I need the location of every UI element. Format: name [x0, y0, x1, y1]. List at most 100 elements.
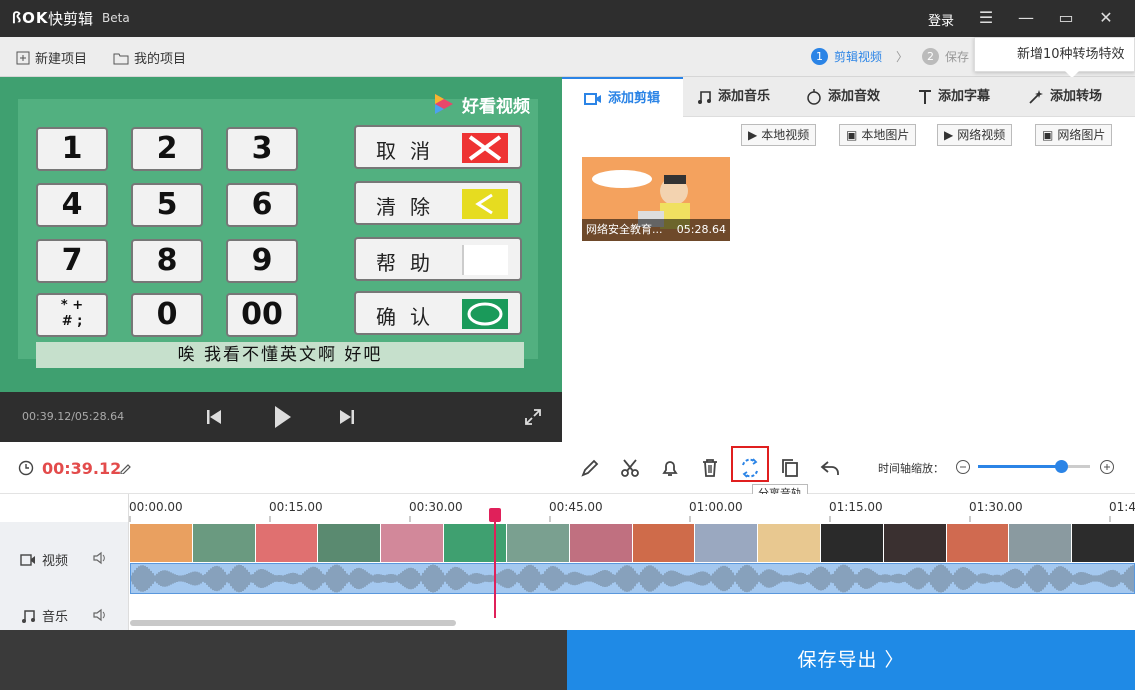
- clip-frame: [130, 524, 193, 562]
- timeline-scrollbar[interactable]: [130, 620, 456, 626]
- download-image-icon: ▣: [1042, 128, 1054, 142]
- frame-function-label: 帮助: [376, 251, 444, 275]
- tab-add-subtitle[interactable]: 添加字幕: [918, 77, 990, 117]
- previous-icon[interactable]: [206, 408, 222, 426]
- frame-key: 4: [36, 183, 108, 227]
- ruler-label: 01:15.00: [829, 500, 883, 514]
- pencil-icon[interactable]: [579, 457, 601, 479]
- speaker-icon[interactable]: [92, 608, 108, 622]
- edit-time-icon[interactable]: [119, 462, 131, 474]
- sound-effect-icon: [807, 89, 821, 105]
- playhead-handle[interactable]: [489, 508, 501, 522]
- media-duration: 05:28.64: [676, 223, 726, 236]
- clip-frame: [318, 524, 382, 562]
- bell-icon[interactable]: [659, 457, 681, 479]
- circle-symbol-icon: [462, 299, 508, 329]
- media-thumbnail[interactable]: 网络安全教育... 05:28.64: [582, 157, 730, 241]
- x-symbol-icon: [462, 133, 508, 163]
- thumbnail-caption: 网络安全教育... 05:28.64: [582, 219, 730, 241]
- frame-key: 6: [226, 183, 298, 227]
- frame-key: 5: [131, 183, 203, 227]
- tab-add-clip[interactable]: 添加剪辑: [562, 77, 683, 118]
- ruler-label: 00:45.00: [549, 500, 603, 514]
- current-time: 00:39.12: [42, 459, 122, 478]
- fullscreen-icon[interactable]: [524, 408, 542, 426]
- edit-toolbar: 00:39.12 时间轴缩放：: [0, 442, 1135, 494]
- download-video-icon: ▶: [944, 128, 954, 142]
- timeline-ruler[interactable]: 00:00.00 00:15.00 00:30.00 00:45.00 01:0…: [129, 494, 1135, 522]
- local-video-button[interactable]: ▶ 本地视频: [741, 124, 817, 146]
- zoom-in-icon[interactable]: [1099, 459, 1115, 475]
- copy-icon[interactable]: [779, 457, 801, 479]
- clip-frame: [569, 524, 633, 562]
- watermark: 好看视频: [430, 91, 530, 117]
- my-projects-button[interactable]: 我的项目: [113, 48, 186, 67]
- new-project-button[interactable]: 新建项目: [16, 48, 87, 67]
- undo-icon[interactable]: [819, 457, 841, 479]
- minimize-icon[interactable]: —: [1014, 6, 1038, 30]
- timeline: 00:00.00 00:15.00 00:30.00 00:45.00 01:0…: [0, 494, 1135, 630]
- export-bar: 保存导出 〉: [0, 630, 1135, 690]
- tab-label: 添加音效: [828, 89, 881, 104]
- maximize-icon[interactable]: ▭: [1054, 6, 1078, 30]
- clip-frame: [444, 524, 507, 562]
- clip-frame: [758, 524, 821, 562]
- zoom-slider-fill: [978, 465, 1061, 468]
- music-track-header: 音乐: [0, 597, 129, 630]
- step-1-number: 1: [811, 48, 828, 65]
- step-1-label: 剪辑视频: [834, 50, 883, 64]
- highlight-box: [731, 446, 769, 482]
- online-image-button[interactable]: ▣ 网络图片: [1035, 124, 1113, 146]
- frame-key: 00: [226, 293, 298, 337]
- playback-time: 00:39.12/05:28.64: [22, 410, 125, 423]
- blank-symbol-icon: [462, 245, 508, 275]
- playhead[interactable]: [489, 508, 501, 618]
- delete-icon[interactable]: [699, 457, 721, 479]
- source-label: 网络图片: [1057, 128, 1106, 142]
- video-track-label: 视频: [42, 554, 69, 569]
- clip-frame: [192, 524, 256, 562]
- video-preview[interactable]: 1 2 3 4 5 6 7 8 9 * + # ; 0 00 取消 清除 帮助 …: [0, 77, 562, 392]
- music-track-label: 音乐: [42, 610, 69, 625]
- tab-add-music[interactable]: 添加音乐: [696, 77, 770, 117]
- tab-label: 添加音乐: [718, 89, 771, 104]
- title-bar: ꟗOK 快剪辑 Beta 登录 ☰ — ▭ ✕: [0, 0, 1135, 37]
- speaker-icon[interactable]: [92, 551, 108, 565]
- magic-wand-icon: [1029, 90, 1043, 104]
- new-project-label: 新建项目: [35, 52, 88, 67]
- my-projects-label: 我的项目: [134, 52, 187, 67]
- video-track-header: 视频: [0, 522, 129, 597]
- tab-add-transition[interactable]: 添加转场: [1028, 77, 1102, 117]
- next-icon[interactable]: [339, 408, 355, 426]
- video-clip-strip[interactable]: [130, 524, 1135, 562]
- clip-frame: [1072, 524, 1135, 562]
- frame-key: 2: [131, 127, 203, 171]
- panel-tabs: 添加剪辑 添加音乐 添加音效 添加字幕 添加转场: [562, 77, 1135, 118]
- zoom-slider[interactable]: [978, 460, 1090, 473]
- text-icon: [919, 90, 931, 104]
- scissors-icon[interactable]: [619, 457, 641, 479]
- video-subtitle: 唉 我看不懂英文啊 好吧: [36, 342, 524, 368]
- image-icon: ▣: [846, 128, 858, 142]
- video-camera-icon: [20, 553, 35, 566]
- ruler-label: 00:15.00: [269, 500, 323, 514]
- clock-icon: [18, 460, 34, 476]
- playback-bar: 00:39.12/05:28.64: [0, 392, 562, 442]
- video-frame: 1 2 3 4 5 6 7 8 9 * + # ; 0 00 取消 清除 帮助 …: [18, 99, 538, 359]
- login-link[interactable]: 登录: [928, 10, 954, 29]
- video-track-label-group: 视频: [20, 550, 68, 569]
- chevron-right-icon: 〉: [896, 50, 909, 64]
- play-icon[interactable]: [273, 404, 293, 430]
- tab-add-sound-effect[interactable]: 添加音效: [806, 77, 880, 117]
- zoom-slider-handle[interactable]: [1054, 460, 1068, 473]
- back-arrow-icon: [462, 189, 508, 219]
- local-image-button[interactable]: ▣ 本地图片: [839, 124, 917, 146]
- watermark-text: 好看视频: [462, 96, 530, 117]
- audio-waveform[interactable]: [130, 563, 1135, 594]
- close-icon[interactable]: ✕: [1094, 6, 1118, 30]
- zoom-out-icon[interactable]: [955, 459, 971, 475]
- frame-key: 1: [36, 127, 108, 171]
- menu-icon[interactable]: ☰: [974, 6, 998, 30]
- online-video-button[interactable]: ▶ 网络视频: [937, 124, 1013, 146]
- save-export-button[interactable]: 保存导出 〉: [567, 630, 1135, 690]
